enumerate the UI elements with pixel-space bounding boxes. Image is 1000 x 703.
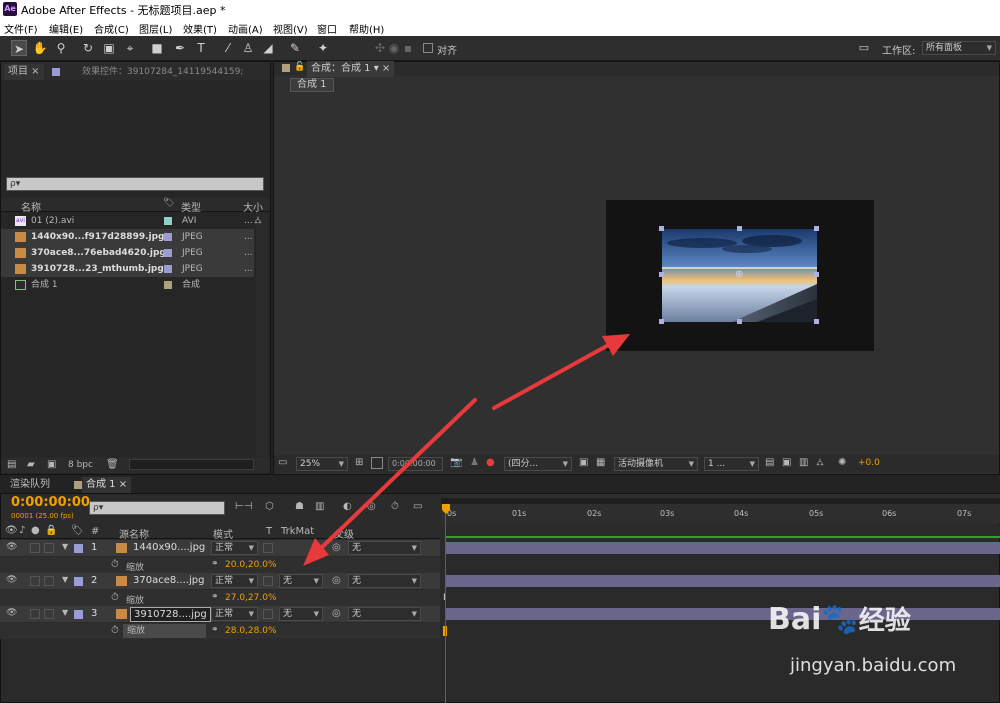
annotation-arrow xyxy=(303,334,630,566)
watermark: Bai🐾经验 xyxy=(768,602,911,637)
watermark-url: jingyan.baidu.com xyxy=(790,655,957,676)
